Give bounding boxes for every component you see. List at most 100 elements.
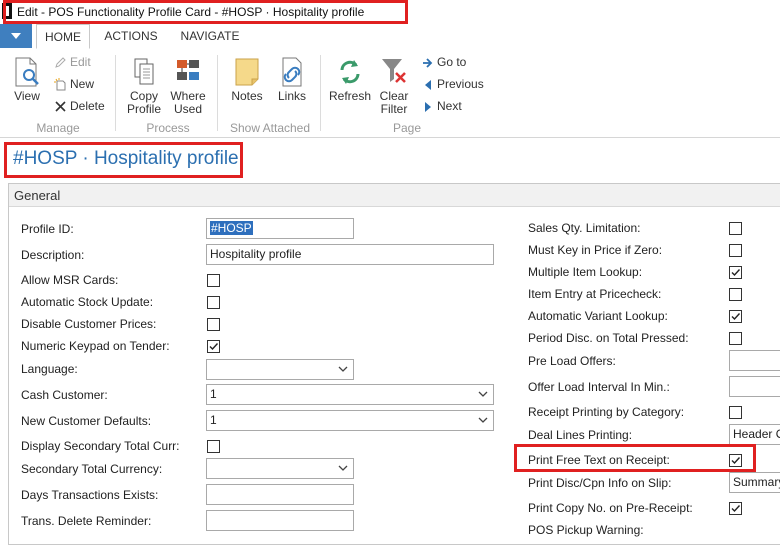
- sales-qty-checkbox[interactable]: [729, 222, 742, 235]
- notes-button[interactable]: Notes: [228, 56, 266, 103]
- pencil-icon: [55, 57, 66, 69]
- profile-id-value: #HOSP: [210, 221, 253, 235]
- preload-offers-field[interactable]: [729, 350, 780, 371]
- disable-cust-prices-checkbox[interactable]: [207, 318, 220, 331]
- notes-label: Notes: [231, 89, 263, 103]
- refresh-button[interactable]: Refresh: [328, 56, 372, 103]
- print-disc-select[interactable]: Summary: [729, 472, 780, 493]
- language-select[interactable]: [206, 359, 354, 380]
- go-to-button[interactable]: Go to: [422, 55, 466, 69]
- next-button[interactable]: Next: [422, 99, 462, 113]
- copy-profile-label: Copy Profile: [126, 89, 161, 116]
- receipt-print-cat-checkbox[interactable]: [729, 406, 742, 419]
- auto-variant-checkbox[interactable]: [729, 310, 742, 323]
- chevron-down-icon: [338, 366, 348, 372]
- print-copy-checkbox[interactable]: [729, 502, 742, 515]
- sales-qty-label: Sales Qty. Limitation:: [528, 221, 641, 235]
- checkmark-icon: [731, 269, 741, 277]
- offer-load-label: Offer Load Interval In Min.:: [528, 380, 670, 394]
- print-copy-label: Print Copy No. on Pre-Receipt:: [528, 501, 693, 515]
- profile-id-field[interactable]: #HOSP: [206, 218, 354, 239]
- view-label: View: [14, 89, 40, 103]
- delete-label: Delete: [70, 99, 105, 113]
- multi-item-lookup-checkbox[interactable]: [729, 266, 742, 279]
- item-entry-label: Item Entry at Pricecheck:: [528, 287, 662, 301]
- links-button[interactable]: Links: [274, 56, 310, 103]
- clear-filter-button[interactable]: Clear Filter: [376, 56, 412, 116]
- ribbon-separator: [320, 55, 321, 131]
- trans-delete-field[interactable]: [206, 510, 354, 531]
- auto-stock-checkbox[interactable]: [207, 296, 220, 309]
- new-cust-defaults-value: 1: [210, 413, 217, 427]
- numeric-keypad-checkbox[interactable]: [207, 340, 220, 353]
- refresh-icon: [340, 60, 360, 84]
- next-label: Next: [437, 99, 462, 113]
- ribbon-separator: [217, 55, 218, 131]
- multi-item-lookup-label: Multiple Item Lookup:: [528, 265, 643, 279]
- ribbon-separator: [115, 55, 116, 131]
- print-disc-label: Print Disc/Cpn Info on Slip:: [528, 476, 672, 490]
- new-label: New: [70, 77, 95, 91]
- deal-lines-select[interactable]: Header O: [729, 424, 780, 445]
- edit-button[interactable]: Edit: [54, 55, 91, 69]
- checkmark-icon: [731, 505, 741, 513]
- edit-label: Edit: [70, 55, 91, 69]
- days-trans-label: Days Transactions Exists:: [21, 488, 159, 502]
- offer-load-field[interactable]: [729, 376, 780, 397]
- must-key-price-checkbox[interactable]: [729, 244, 742, 257]
- previous-button[interactable]: Previous: [422, 77, 484, 91]
- auto-variant-label: Automatic Variant Lookup:: [528, 309, 668, 323]
- group-page: Page: [392, 121, 422, 135]
- group-process: Process: [146, 121, 190, 135]
- next-icon: [425, 101, 431, 112]
- title-highlight: [3, 0, 408, 24]
- links-label: Links: [277, 89, 306, 103]
- view-icon: [15, 57, 39, 87]
- tab-home[interactable]: HOME: [36, 24, 90, 49]
- language-label: Language:: [21, 362, 78, 376]
- description-label: Description:: [21, 248, 85, 262]
- pos-pickup-label: POS Pickup Warning:: [528, 523, 644, 537]
- where-used-button[interactable]: Where Used: [167, 56, 209, 116]
- days-trans-field[interactable]: [206, 484, 354, 505]
- trans-delete-label: Trans. Delete Reminder:: [21, 514, 152, 528]
- cash-customer-value: 1: [210, 387, 217, 401]
- profile-id-label: Profile ID:: [21, 222, 74, 236]
- chevron-down-icon: [338, 465, 348, 471]
- go-to-label: Go to: [437, 55, 467, 69]
- group-show-attached: Show Attached: [229, 121, 311, 135]
- display-sec-total-checkbox[interactable]: [207, 440, 220, 453]
- cash-customer-select[interactable]: 1: [206, 384, 494, 405]
- period-disc-label: Period Disc. on Total Pressed:: [528, 331, 689, 345]
- delete-button[interactable]: Delete: [54, 99, 105, 113]
- chevron-down-icon: [478, 391, 488, 397]
- tab-navigate[interactable]: NAVIGATE: [172, 24, 248, 49]
- numeric-keypad-label: Numeric Keypad on Tender:: [21, 339, 170, 353]
- checkmark-icon: [731, 313, 741, 321]
- description-field[interactable]: Hospitality profile: [206, 244, 494, 265]
- page-title-highlight: [4, 142, 243, 178]
- sec-total-currency-select[interactable]: [206, 458, 354, 479]
- refresh-label: Refresh: [328, 89, 372, 103]
- tab-actions[interactable]: ACTIONS: [96, 24, 166, 49]
- app-menu-button[interactable]: [0, 24, 32, 48]
- cash-customer-label: Cash Customer:: [21, 388, 108, 402]
- item-entry-checkbox[interactable]: [729, 288, 742, 301]
- period-disc-checkbox[interactable]: [729, 332, 742, 345]
- general-header[interactable]: [9, 184, 780, 207]
- previous-icon: [425, 79, 431, 90]
- previous-label: Previous: [437, 77, 484, 91]
- checkmark-icon: [209, 343, 219, 351]
- where-used-label: Where Used: [170, 89, 206, 116]
- copy-profile-button[interactable]: Copy Profile: [124, 56, 164, 116]
- print-free-text-highlight: [514, 444, 756, 472]
- view-button[interactable]: View: [10, 56, 44, 103]
- deal-lines-label: Deal Lines Printing:: [528, 428, 633, 442]
- new-cust-defaults-select[interactable]: 1: [206, 410, 494, 431]
- new-button[interactable]: New: [54, 77, 94, 91]
- new-icon: [54, 78, 66, 91]
- sec-total-currency-label: Secondary Total Currency:: [21, 462, 163, 476]
- display-sec-total-label: Display Secondary Total Curr:: [21, 439, 180, 453]
- allow-msr-checkbox[interactable]: [207, 274, 220, 287]
- copy-icon: [134, 58, 154, 85]
